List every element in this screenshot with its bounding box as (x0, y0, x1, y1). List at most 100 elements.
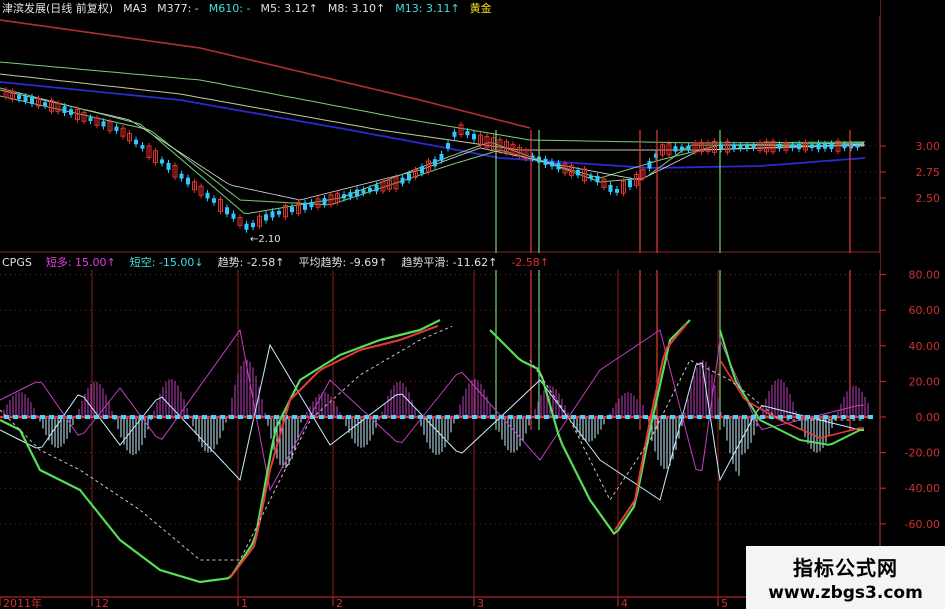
candle-body-down (595, 176, 600, 183)
candle-body-down (751, 145, 756, 149)
candle-body-down (543, 158, 548, 165)
axes: 3.00 2.75 2.50 80.00 60.00 40.00 20.00 0.00 -20.… (0, 140, 940, 609)
indicator-header-segment: 趋势: -2.58↑ (218, 256, 285, 269)
zero-line-marker (184, 415, 189, 419)
osc-axis-label: 80.00 (909, 269, 941, 282)
zero-line-marker (589, 415, 594, 419)
zero-line-marker (706, 415, 711, 419)
candle-body-down (251, 222, 255, 228)
zero-line-marker (643, 415, 648, 419)
zero-line-marker (400, 415, 405, 419)
zero-line-marker (472, 415, 477, 419)
candle-body-down (829, 143, 834, 150)
candle-body-down (472, 134, 476, 140)
zero-line-marker (814, 415, 819, 419)
stock-chart-canvas[interactable]: ←2.10 3.00 2.75 2.50 80.00 60.00 40.00 20.00 0.… (0, 0, 945, 609)
candle-body-down (270, 211, 275, 218)
candle-body-down (420, 166, 424, 174)
candle-body-down (186, 177, 190, 185)
average-trend-dashed (0, 325, 453, 561)
price-header-segment: 黄金 (470, 1, 492, 15)
zero-line-marker (346, 415, 351, 419)
candle-body-down (556, 162, 561, 170)
indicator-header-segment: 短多: 15.00↑ (46, 255, 116, 269)
candle-body-down (777, 144, 782, 149)
zero-line-marker (238, 415, 243, 419)
zero-line-marker (292, 415, 297, 419)
osc-axis-label: 60.00 (909, 304, 941, 317)
zero-line-marker (508, 415, 513, 419)
candle-body-down (576, 169, 580, 176)
indicator-header-segment: 短空: -15.00↓ (130, 255, 204, 269)
zero-line-marker (598, 415, 603, 419)
candle-body-down (23, 96, 28, 102)
zero-line-marker (751, 415, 756, 419)
candle-body-down (446, 143, 450, 149)
candle-body-down (101, 121, 106, 127)
zero-line-marker (391, 415, 396, 419)
candle-body-down (797, 143, 801, 150)
zero-line-marker (490, 415, 495, 419)
osc-axis-label: 20.00 (909, 375, 941, 388)
candle-body-down (615, 188, 619, 193)
candle-body-down (309, 202, 314, 208)
chart-window: ←2.10 3.00 2.75 2.50 80.00 60.00 40.00 20.00 0.… (0, 0, 945, 609)
zero-line-marker (607, 415, 612, 419)
candle-body-down (361, 189, 366, 194)
zero-line-marker (211, 415, 216, 419)
zero-line-marker (823, 415, 828, 419)
candle-body-down (17, 95, 21, 100)
candle-body-down (452, 131, 457, 137)
zero-line-marker (319, 415, 324, 419)
zero-line-marker (166, 415, 171, 419)
zero-line-marker (4, 415, 9, 419)
zero-line-marker (634, 415, 639, 419)
zero-line-marker (454, 415, 459, 419)
zero-line-marker (868, 415, 873, 419)
zero-line-marker (427, 415, 432, 419)
candle-body-down (322, 198, 327, 205)
zero-line-marker (580, 415, 585, 419)
zero-line-marker (670, 415, 675, 419)
zero-line-marker (850, 415, 855, 419)
candle-body-down (225, 207, 229, 215)
candle-body-down (842, 144, 847, 149)
zero-line-marker (805, 415, 810, 419)
zero-line-marker (274, 415, 279, 419)
zero-line-marker (139, 415, 144, 419)
candle-body-down (179, 173, 184, 179)
price-header-segment: M377: - (157, 2, 199, 15)
osc-axis-label: -60.00 (905, 518, 940, 531)
zero-line-marker (715, 415, 720, 419)
candle-body-down (160, 159, 164, 164)
indicator-header-segment: 平均趋势: -9.69↑ (299, 256, 388, 269)
zero-line-marker (841, 415, 846, 419)
date-axis-label: 3 (477, 597, 484, 609)
candle-body-down (608, 184, 613, 192)
zero-line-marker (130, 415, 135, 419)
candle-body-down (628, 180, 632, 188)
zero-line-marker (193, 415, 198, 419)
zero-line-marker (481, 415, 486, 419)
price-axis-label: 2.75 (916, 166, 941, 179)
candle-body-down (290, 206, 294, 213)
zero-line-marker (256, 415, 261, 419)
candle-body-down (407, 173, 411, 181)
candle-body-down (69, 109, 73, 115)
candle-body-down (465, 131, 470, 136)
zero-line-marker (121, 415, 126, 419)
zero-line-marker (535, 415, 540, 419)
watermark-url: www.zbgs3.com (768, 583, 923, 603)
candle-body-down (400, 177, 405, 184)
zero-line-marker (328, 415, 333, 419)
zero-line-marker (148, 415, 153, 419)
candle-body-down (264, 214, 268, 221)
zero-line-marker (40, 415, 45, 419)
zero-line-marker (526, 415, 531, 419)
zero-line-marker (796, 415, 801, 419)
zero-line-marker (265, 415, 270, 419)
zero-line-marker (220, 415, 225, 419)
zero-line-marker (373, 415, 378, 419)
zero-line-marker (724, 415, 729, 419)
zero-line-marker (436, 415, 441, 419)
